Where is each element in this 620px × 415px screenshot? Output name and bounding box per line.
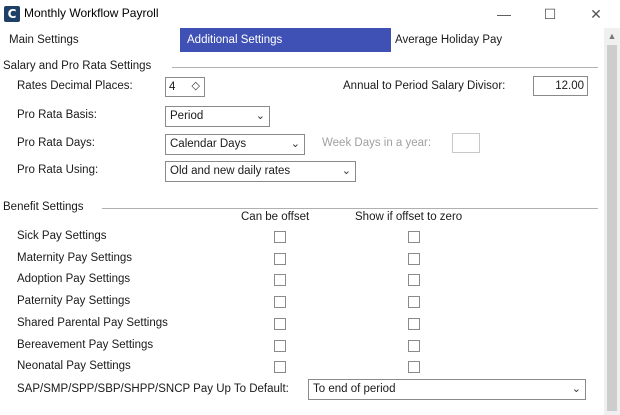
window-title: Monthly Workflow Payroll [24, 6, 159, 20]
divisor-label: Annual to Period Salary Divisor: [343, 80, 506, 92]
days-select[interactable]: Calendar Days ⌄ [165, 134, 305, 155]
days-label: Pro Rata Days: [17, 137, 95, 149]
show-if-zero-checkbox[interactable] [408, 253, 420, 265]
tab-average-holiday-pay[interactable]: Average Holiday Pay [395, 28, 502, 52]
can-be-offset-checkbox[interactable] [274, 253, 286, 265]
chevron-down-icon: ⌄ [255, 110, 265, 122]
rates-decimal-value: 4 [169, 81, 176, 93]
can-be-offset-checkbox[interactable] [274, 274, 286, 286]
using-value: Old and new daily rates [170, 165, 291, 177]
spinner-updown-icon[interactable]: ◇ [192, 77, 200, 95]
can-be-offset-checkbox[interactable] [274, 340, 286, 352]
close-button[interactable]: ✕ [588, 6, 604, 22]
tab-main-settings[interactable]: Main Settings [9, 28, 79, 52]
weekdays-input[interactable] [452, 133, 480, 153]
show-if-zero-checkbox[interactable] [408, 361, 420, 373]
weekdays-label: Week Days in a year: [322, 137, 432, 149]
basis-select[interactable]: Period ⌄ [165, 106, 270, 127]
using-select[interactable]: Old and new daily rates ⌄ [165, 161, 356, 182]
benefit-row-label: Maternity Pay Settings [17, 252, 133, 264]
app-logo-icon: C [4, 6, 20, 22]
tab-additional-settings[interactable]: Additional Settings [180, 28, 391, 52]
basis-value: Period [170, 110, 204, 122]
benefit-row-label: Paternity Pay Settings [17, 295, 131, 307]
show-if-zero-checkbox[interactable] [408, 231, 420, 243]
chevron-down-icon: ⌄ [290, 138, 300, 150]
divisor-input[interactable]: 12.00 [533, 76, 588, 96]
maximize-button[interactable]: ☐ [542, 6, 558, 22]
salary-section-title: Salary and Pro Rata Settings [3, 60, 152, 72]
benefit-row-label: Sick Pay Settings [17, 230, 107, 242]
payup-select[interactable]: To end of period ⌄ [308, 379, 586, 400]
show-if-zero-checkbox[interactable] [408, 274, 420, 286]
scroll-thumb[interactable] [607, 45, 617, 411]
show-if-zero-checkbox[interactable] [408, 318, 420, 330]
rates-decimal-label: Rates Decimal Places: [17, 80, 133, 92]
can-be-offset-checkbox[interactable] [274, 318, 286, 330]
benefit-row-label: Shared Parental Pay Settings [17, 317, 168, 329]
payup-label: SAP/SMP/SPP/SBP/SHPP/SNCP Pay Up To Defa… [17, 383, 289, 395]
using-label: Pro Rata Using: [17, 164, 99, 176]
benefit-row-label: Neonatal Pay Settings [17, 360, 131, 372]
benefit-row-label: Bereavement Pay Settings [17, 339, 154, 351]
can-be-offset-checkbox[interactable] [274, 231, 286, 243]
can-be-offset-checkbox[interactable] [274, 361, 286, 373]
show-if-zero-checkbox[interactable] [408, 340, 420, 352]
rates-decimal-spinner[interactable]: 4 ◇ [165, 77, 205, 97]
section-divider [172, 67, 598, 68]
days-value: Calendar Days [170, 138, 247, 150]
benefit-row-label: Adoption Pay Settings [17, 273, 131, 285]
column-header-offset: Can be offset [241, 211, 310, 223]
section-divider [102, 208, 598, 209]
show-if-zero-checkbox[interactable] [408, 296, 420, 308]
payup-value: To end of period [313, 383, 396, 395]
minimize-button[interactable]: — [496, 6, 512, 22]
chevron-down-icon: ⌄ [341, 165, 351, 177]
basis-label: Pro Rata Basis: [17, 109, 97, 121]
chevron-down-icon: ⌄ [571, 383, 581, 395]
scroll-up-icon[interactable]: ▲ [604, 28, 620, 44]
can-be-offset-checkbox[interactable] [274, 296, 286, 308]
column-header-zero: Show if offset to zero [355, 211, 463, 223]
benefit-section-title: Benefit Settings [3, 201, 84, 213]
